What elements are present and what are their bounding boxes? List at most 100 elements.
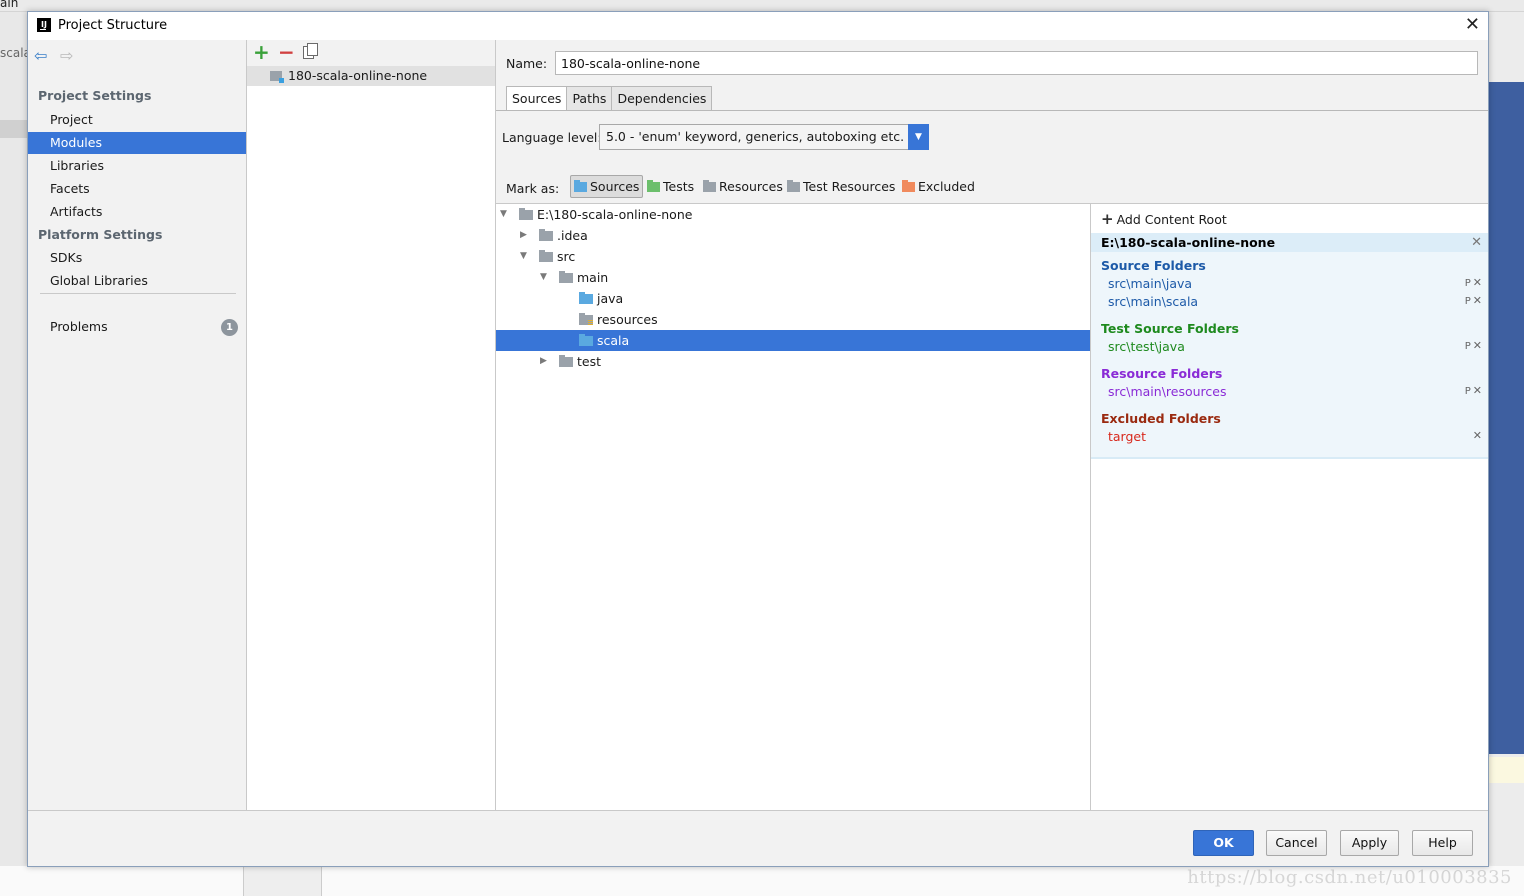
tree-node-idea[interactable]: ▶ .idea	[496, 225, 1090, 246]
collapse-arrow-icon[interactable]: ▶	[540, 351, 550, 372]
forward-arrow-icon[interactable]: ⇨	[60, 46, 82, 65]
tab-sources[interactable]: Sources	[506, 86, 568, 111]
copy-module-icon[interactable]	[303, 43, 318, 59]
back-arrow-icon[interactable]: ⇦	[34, 46, 56, 65]
nav-item-libraries[interactable]: Libraries	[28, 155, 246, 177]
folder-icon	[559, 355, 573, 367]
test-source-folders-header: Test Source Folders	[1101, 321, 1239, 336]
remove-folder-icon[interactable]: ✕	[1473, 429, 1482, 442]
dialog-footer: OK Cancel Apply Help	[28, 810, 1488, 866]
module-name-field[interactable]	[555, 51, 1478, 75]
tree-node-main[interactable]: ▼ main	[496, 267, 1090, 288]
remove-folder-icon[interactable]: ✕	[1473, 294, 1482, 307]
tab-dependencies[interactable]: Dependencies	[611, 86, 713, 111]
tree-node-test[interactable]: ▶ test	[496, 351, 1090, 372]
collapse-arrow-icon[interactable]: ▶	[520, 225, 530, 246]
tree-node-scala[interactable]: scala	[496, 330, 1090, 351]
nav-item-project[interactable]: Project	[28, 109, 246, 131]
name-label: Name:	[506, 56, 548, 71]
mark-as-label: Mark as:	[506, 181, 560, 196]
apply-button[interactable]: Apply	[1340, 830, 1399, 856]
excluded-folder-path: target	[1108, 429, 1147, 444]
source-folder-tools: P ✕	[1465, 276, 1482, 289]
nav-item-global-libraries[interactable]: Global Libraries	[28, 270, 246, 292]
module-name: 180-scala-online-none	[288, 68, 428, 83]
mark-as-sources-button[interactable]: Sources	[570, 175, 644, 198]
close-icon[interactable]: ✕	[1465, 14, 1480, 35]
mark-as-tests-button[interactable]: Tests	[643, 175, 698, 198]
source-folder-path: src\main\java	[1108, 276, 1193, 291]
ide-notification-strip	[1488, 757, 1524, 783]
mark-as-excluded-button[interactable]: Excluded	[898, 175, 979, 198]
cancel-button[interactable]: Cancel	[1266, 830, 1327, 856]
remove-folder-icon[interactable]: ✕	[1473, 276, 1482, 289]
source-tree: ▼ E:\180-scala-online-none ▶ .idea ▼ src…	[496, 203, 1091, 810]
nav-item-artifacts[interactable]: Artifacts	[28, 201, 246, 223]
plus-icon: +	[1101, 210, 1114, 228]
expand-arrow-icon[interactable]: ▼	[500, 204, 510, 225]
nav-divider	[40, 293, 236, 294]
settings-navigation: ⇦ ⇨ Project Settings Project Modules Lib…	[28, 40, 247, 810]
dropdown-arrow-icon[interactable]: ▼	[908, 124, 929, 150]
tree-node-src[interactable]: ▼ src	[496, 246, 1090, 267]
module-item[interactable]: 180-scala-online-none	[247, 66, 495, 86]
edit-properties-icon[interactable]: P	[1465, 278, 1471, 289]
mark-as-resources-button[interactable]: Resources	[699, 175, 787, 198]
module-icon	[270, 71, 284, 83]
source-folder-tools: P ✕	[1465, 294, 1482, 307]
module-list-panel: + − 180-scala-online-none	[247, 40, 496, 810]
resource-folders-header: Resource Folders	[1101, 366, 1223, 381]
source-folder-icon	[579, 292, 593, 304]
tree-node-root[interactable]: ▼ E:\180-scala-online-none	[496, 204, 1090, 225]
content-root-path: E:\180-scala-online-none	[1101, 235, 1276, 250]
nav-item-problems[interactable]: Problems 1	[28, 316, 246, 338]
language-level-select[interactable]: 5.0 - 'enum' keyword, generics, autoboxi…	[599, 124, 929, 150]
problems-label: Problems	[50, 319, 108, 334]
intellij-app-icon: IJ	[37, 18, 51, 32]
help-button[interactable]: Help	[1412, 830, 1473, 856]
tab-underline	[496, 110, 1488, 111]
content-root: E:\180-scala-online-none ✕ Source Folder…	[1091, 233, 1488, 459]
expand-arrow-icon[interactable]: ▼	[520, 246, 530, 267]
ide-editor-tab[interactable]: ain	[0, 0, 18, 10]
problems-count-badge: 1	[221, 319, 238, 336]
ide-bottom-column	[243, 866, 322, 896]
remove-folder-icon[interactable]: ✕	[1473, 384, 1482, 397]
title-bar[interactable]: IJ Project Structure ✕	[28, 12, 1488, 40]
add-module-icon[interactable]: +	[253, 40, 270, 64]
detail-tabs: Sources Paths Dependencies	[506, 86, 713, 111]
resources-folder-icon	[703, 180, 716, 192]
remove-folder-icon[interactable]: ✕	[1473, 339, 1482, 352]
edit-properties-icon[interactable]: P	[1465, 296, 1471, 307]
remove-module-icon[interactable]: −	[278, 40, 295, 64]
add-content-root-label: Add Content Root	[1116, 212, 1227, 227]
remove-content-root-icon[interactable]: ✕	[1471, 233, 1482, 252]
nav-item-sdks[interactable]: SDKs	[28, 247, 246, 269]
edit-properties-icon[interactable]: P	[1465, 341, 1471, 352]
ide-right-gutter	[1488, 12, 1524, 896]
content-roots-panel: + Add Content Root E:\180-scala-online-no…	[1091, 203, 1488, 810]
mark-as-test-resources-button[interactable]: Test Resources	[783, 175, 899, 198]
tree-node-resources[interactable]: resources	[496, 309, 1090, 330]
edit-properties-icon[interactable]: P	[1465, 386, 1471, 397]
nav-item-modules[interactable]: Modules	[28, 132, 246, 154]
tab-paths[interactable]: Paths	[566, 86, 613, 111]
ok-button[interactable]: OK	[1193, 830, 1254, 856]
tree-node-label: E:\180-scala-online-none	[537, 207, 693, 222]
test-source-folder-path: src\test\java	[1108, 339, 1185, 354]
folder-icon	[519, 208, 533, 220]
mark-as-sources-label: Sources	[590, 179, 640, 194]
expand-arrow-icon[interactable]: ▼	[540, 267, 550, 288]
tree-node-label: src	[557, 249, 576, 264]
resource-folder-icon	[579, 313, 593, 325]
tests-folder-icon	[647, 180, 660, 192]
add-content-root-button[interactable]: + Add Content Root	[1101, 210, 1227, 228]
resource-folder-tools: P ✕	[1465, 384, 1482, 397]
module-detail-panel: Name: Sources Paths Dependencies Languag…	[496, 40, 1488, 810]
project-settings-header: Project Settings	[38, 88, 152, 103]
language-level-label: Language level:	[502, 130, 602, 145]
tree-node-java[interactable]: java	[496, 288, 1090, 309]
folder-icon	[539, 229, 553, 241]
nav-item-facets[interactable]: Facets	[28, 178, 246, 200]
tree-node-label: java	[597, 291, 624, 306]
